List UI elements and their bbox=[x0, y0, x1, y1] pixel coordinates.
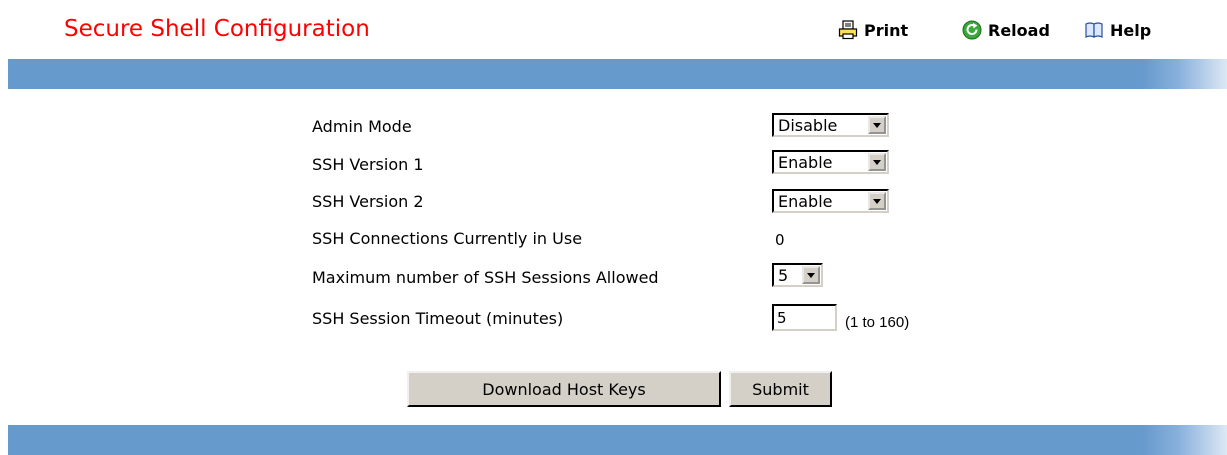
ssh-connections-value: 0 bbox=[775, 231, 785, 249]
chevron-down-icon bbox=[868, 153, 886, 171]
ssh-connections-label: SSH Connections Currently in Use bbox=[312, 229, 583, 248]
reload-label: Reload bbox=[988, 20, 1050, 40]
admin-mode-label: Admin Mode bbox=[312, 117, 412, 136]
ssh-version-1-select[interactable]: Enable bbox=[772, 150, 889, 174]
reload-button[interactable]: Reload bbox=[962, 20, 1050, 40]
session-timeout-label: SSH Session Timeout (minutes) bbox=[312, 309, 564, 328]
print-label: Print bbox=[864, 20, 909, 40]
chevron-down-icon bbox=[802, 266, 820, 284]
chevron-down-icon bbox=[868, 192, 886, 210]
page: Secure Shell Configuration Print Reload … bbox=[0, 0, 1227, 455]
admin-mode-value: Disable bbox=[778, 115, 838, 135]
download-host-keys-button[interactable]: Download Host Keys bbox=[407, 371, 721, 407]
ssh-version-2-label: SSH Version 2 bbox=[312, 192, 424, 211]
print-button[interactable]: Print bbox=[838, 20, 908, 40]
reload-icon bbox=[962, 20, 982, 40]
help-label: Help bbox=[1110, 20, 1152, 40]
max-sessions-select[interactable]: 5 bbox=[772, 263, 823, 287]
printer-icon bbox=[838, 20, 858, 40]
session-timeout-range: (1 to 160) bbox=[845, 314, 910, 331]
max-sessions-label: Maximum number of SSH Sessions Allowed bbox=[312, 268, 659, 287]
toolbar: Print Reload Help bbox=[0, 20, 1227, 44]
max-sessions-value: 5 bbox=[778, 265, 789, 285]
book-icon bbox=[1084, 20, 1104, 40]
chevron-down-icon bbox=[868, 116, 886, 134]
ssh-version-2-select[interactable]: Enable bbox=[772, 189, 889, 213]
footer-bar bbox=[8, 425, 1227, 455]
session-timeout-input[interactable] bbox=[772, 304, 837, 331]
help-button[interactable]: Help bbox=[1084, 20, 1151, 40]
submit-button[interactable]: Submit bbox=[729, 371, 832, 407]
ssh-version-1-value: Enable bbox=[778, 152, 833, 172]
admin-mode-select[interactable]: Disable bbox=[772, 113, 889, 137]
ssh-version-2-value: Enable bbox=[778, 191, 833, 211]
ssh-version-1-label: SSH Version 1 bbox=[312, 155, 424, 174]
header-bar bbox=[8, 59, 1227, 89]
